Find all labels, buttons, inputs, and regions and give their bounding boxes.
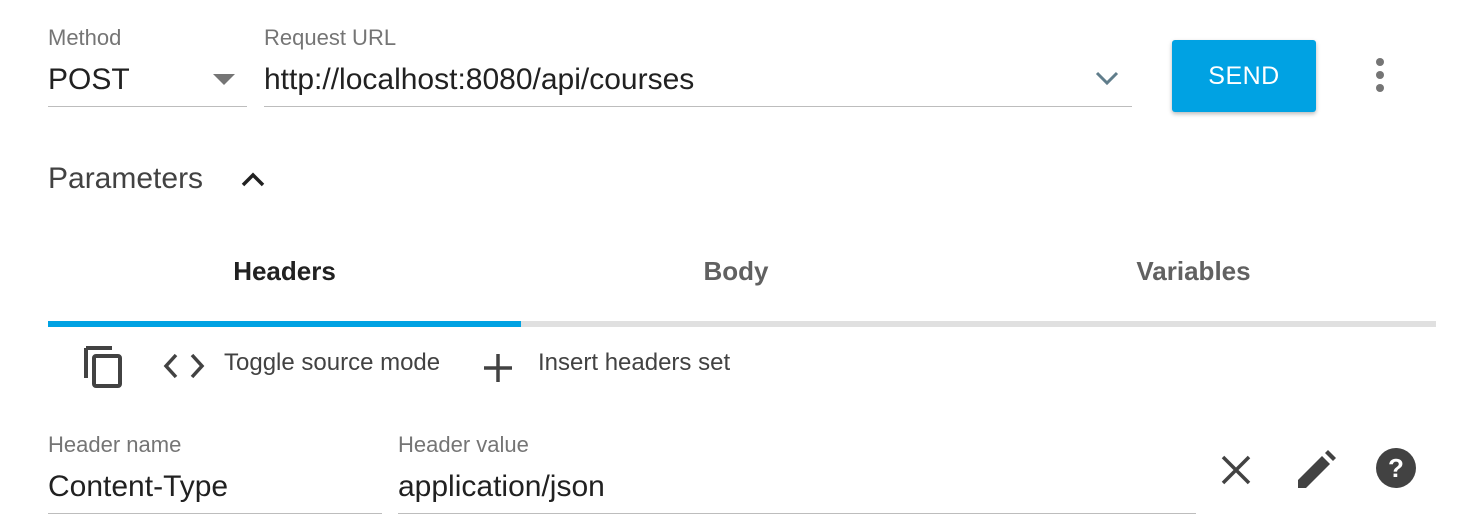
header-name-underline (48, 513, 382, 514)
help-icon[interactable]: ? (1375, 447, 1417, 489)
insert-headers-set-button[interactable]: Insert headers set (538, 351, 730, 375)
copy-icon[interactable] (82, 344, 124, 390)
code-icon[interactable] (162, 352, 206, 380)
method-label: Method (48, 25, 122, 50)
tab-body[interactable]: Body (521, 258, 951, 284)
url-label: Request URL (264, 25, 397, 50)
header-name-label: Header name (48, 432, 182, 457)
chevron-down-icon[interactable] (1095, 70, 1119, 86)
tab-active-indicator (48, 321, 521, 327)
dropdown-arrow-icon[interactable] (213, 74, 235, 86)
plus-icon[interactable] (482, 352, 514, 384)
header-value-label: Header value (398, 432, 529, 457)
url-underline (264, 106, 1132, 107)
header-name-input[interactable]: Content-Type (48, 472, 228, 502)
header-value-input[interactable]: application/json (398, 472, 605, 502)
method-underline (48, 106, 247, 107)
toggle-source-mode-button[interactable]: Toggle source mode (224, 351, 440, 375)
header-value-underline (398, 513, 1196, 514)
close-icon[interactable] (1220, 454, 1252, 486)
tab-variables[interactable]: Variables (951, 258, 1436, 284)
more-options-icon[interactable] (1364, 56, 1396, 96)
parameters-title: Parameters (48, 162, 204, 195)
url-input[interactable]: http://localhost:8080/api/courses (264, 65, 694, 95)
edit-icon[interactable] (1296, 450, 1336, 490)
send-button[interactable]: SEND (1172, 40, 1316, 112)
tab-headers[interactable]: Headers (48, 258, 521, 284)
method-value[interactable]: POST (48, 65, 130, 95)
svg-text:?: ? (1388, 453, 1404, 483)
chevron-up-icon[interactable] (240, 170, 266, 188)
